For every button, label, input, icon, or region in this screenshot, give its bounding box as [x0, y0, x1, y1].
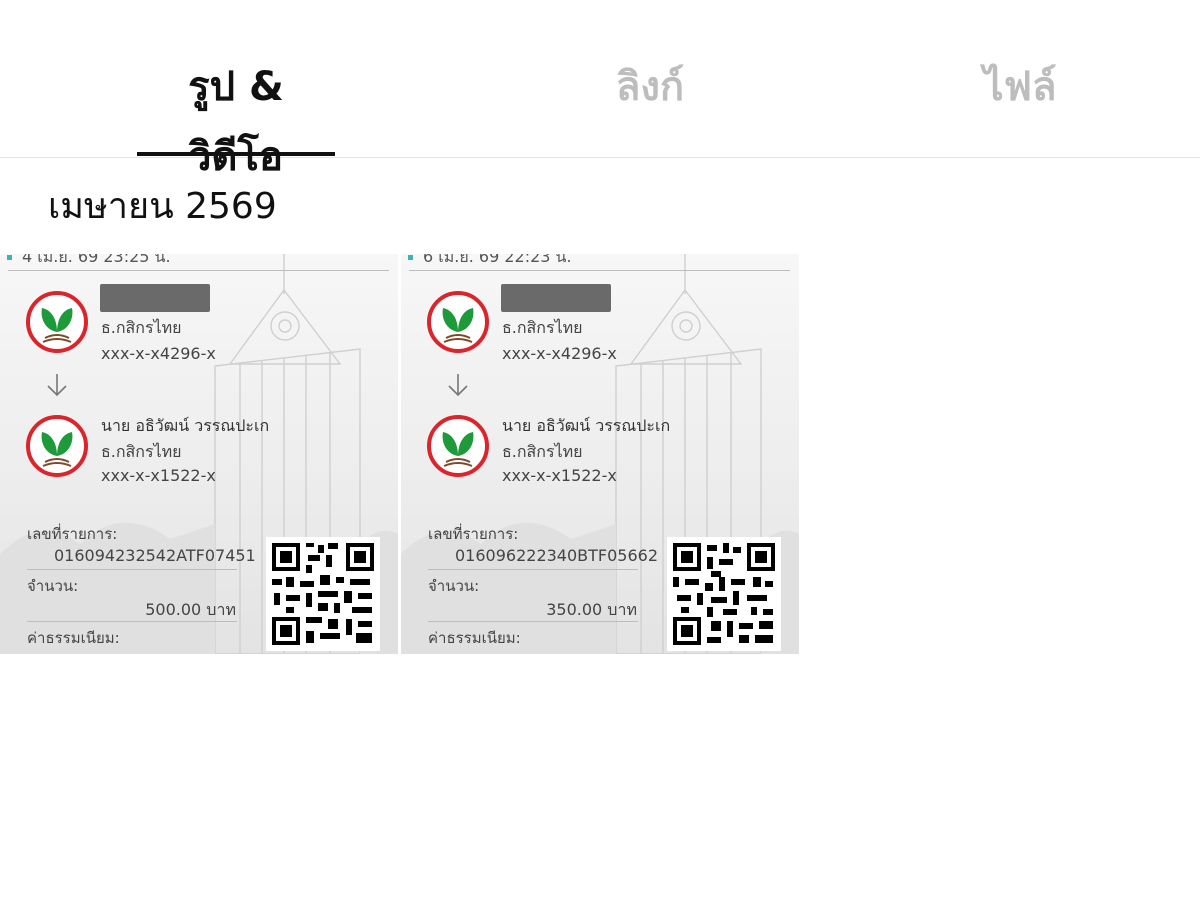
divider — [27, 621, 237, 622]
kasikornbank-logo-icon — [427, 291, 489, 353]
reference-number: 016096222340BTF05662 — [455, 546, 659, 565]
reference-label: เลขที่รายการ: — [27, 525, 118, 543]
kasikornbank-logo-icon — [26, 291, 88, 353]
date-marker — [7, 255, 12, 260]
divider — [27, 569, 237, 570]
sender-bank: ธ.กสิกรไทย — [101, 318, 182, 337]
date-marker — [408, 255, 413, 260]
amount-label: จำนวน: — [428, 577, 480, 595]
arrow-down-icon — [448, 374, 468, 397]
arrow-down-icon — [47, 374, 67, 397]
slip-datetime: 4 เม.ย. 69 23:25 น. — [22, 254, 171, 266]
tab-files[interactable]: ไฟล์ — [920, 52, 1120, 122]
divider — [8, 270, 389, 271]
receiver-bank: ธ.กสิกรไทย — [502, 442, 583, 461]
receiver-account: xxx-x-x1522-x — [502, 466, 617, 485]
media-thumbnail-transfer-slip[interactable]: 6 เม.ย. 69 22:23 น. ธ.กสิกรไทย xxx-x-x42… — [401, 254, 799, 654]
fee-label: ค่าธรรมเนียม: — [428, 629, 521, 647]
divider — [428, 569, 638, 570]
sender-account: xxx-x-x4296-x — [502, 344, 617, 363]
amount-label: จำนวน: — [27, 577, 79, 595]
qr-code-icon — [266, 537, 380, 651]
slip-datetime: 6 เม.ย. 69 22:23 น. — [423, 254, 572, 266]
divider — [428, 621, 638, 622]
fee-label: ค่าธรรมเนียม: — [27, 629, 120, 647]
sender-account: xxx-x-x4296-x — [101, 344, 216, 363]
tab-links[interactable]: ลิงก์ — [560, 52, 740, 122]
kasikornbank-logo-icon — [427, 415, 489, 477]
tab-photos-videos[interactable]: รูป & วิดีโอ — [135, 52, 337, 180]
active-tab-indicator — [137, 152, 335, 156]
sender-bank: ธ.กสิกรไทย — [502, 318, 583, 337]
divider — [409, 270, 790, 271]
reference-number: 016094232542ATF07451 — [54, 546, 256, 565]
media-thumbnail-transfer-slip[interactable]: 4 เม.ย. 69 23:25 น. ธ.กสิกรไทย xxx-x-x42… — [0, 254, 398, 654]
receiver-name: นาย อธิวัฒน์ วรรณปะเก — [101, 416, 270, 435]
reference-label: เลขที่รายการ: — [428, 525, 519, 543]
redacted-sender-name — [100, 284, 210, 312]
redacted-sender-name — [501, 284, 611, 312]
qr-code-icon — [667, 537, 781, 651]
amount-value: 500.00 บาท — [145, 600, 236, 619]
receiver-bank: ธ.กสิกรไทย — [101, 442, 182, 461]
kasikornbank-logo-icon — [26, 415, 88, 477]
receiver-name: นาย อธิวัฒน์ วรรณปะเก — [502, 416, 671, 435]
month-section-heading: เมษายน 2569 — [48, 186, 277, 227]
tab-bar: รูป & วิดีโอ ลิงก์ ไฟล์ — [0, 0, 1200, 180]
amount-value: 350.00 บาท — [546, 600, 637, 619]
receiver-account: xxx-x-x1522-x — [101, 466, 216, 485]
